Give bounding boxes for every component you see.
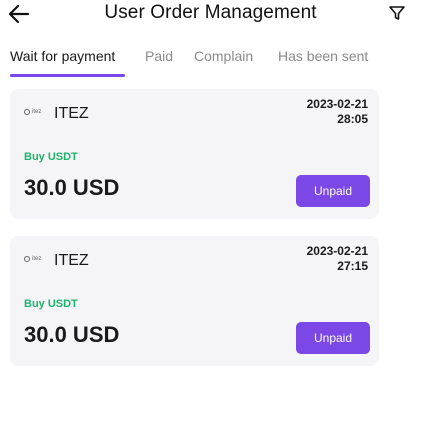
order-time: 27:15 [337, 259, 368, 273]
merchant-logo: itez [24, 109, 41, 115]
tab-bar: Wait for payment Paid Complain Has been … [0, 48, 421, 78]
merchant-logo-icon [24, 256, 30, 262]
tab-wait-for-payment[interactable]: Wait for payment [10, 48, 115, 64]
order-card[interactable]: itez ITEZ 2023-02-21 28:05 Buy USDT 30.0… [10, 89, 379, 219]
header-bar: User Order Management [0, 0, 421, 30]
order-date: 2023-02-21 [306, 97, 368, 111]
tab-complain[interactable]: Complain [194, 48, 253, 64]
page-title: User Order Management [104, 2, 317, 23]
order-datetime: 2023-02-21 27:15 [307, 244, 368, 274]
merchant-name: ITEZ [54, 252, 89, 269]
merchant-logo: itez [24, 256, 41, 262]
unpaid-status-button[interactable]: Unpaid [296, 175, 370, 207]
tab-paid[interactable]: Paid [145, 48, 173, 64]
order-card[interactable]: itez ITEZ 2023-02-21 27:15 Buy USDT 30.0… [10, 236, 379, 366]
order-type-label: Buy USDT [24, 298, 78, 310]
tab-has-been-sent[interactable]: Has been sent [278, 48, 368, 64]
order-time: 28:05 [337, 112, 368, 126]
order-amount: 30.0 USD [24, 322, 120, 347]
filter-icon[interactable] [388, 4, 406, 22]
merchant-logo-icon [24, 109, 30, 115]
active-tab-indicator [10, 74, 125, 77]
order-datetime: 2023-02-21 28:05 [307, 97, 368, 127]
unpaid-status-button[interactable]: Unpaid [296, 322, 370, 354]
merchant-name: ITEZ [54, 105, 89, 122]
order-date: 2023-02-21 [306, 244, 368, 258]
order-type-label: Buy USDT [24, 151, 78, 163]
order-amount: 30.0 USD [24, 175, 120, 200]
